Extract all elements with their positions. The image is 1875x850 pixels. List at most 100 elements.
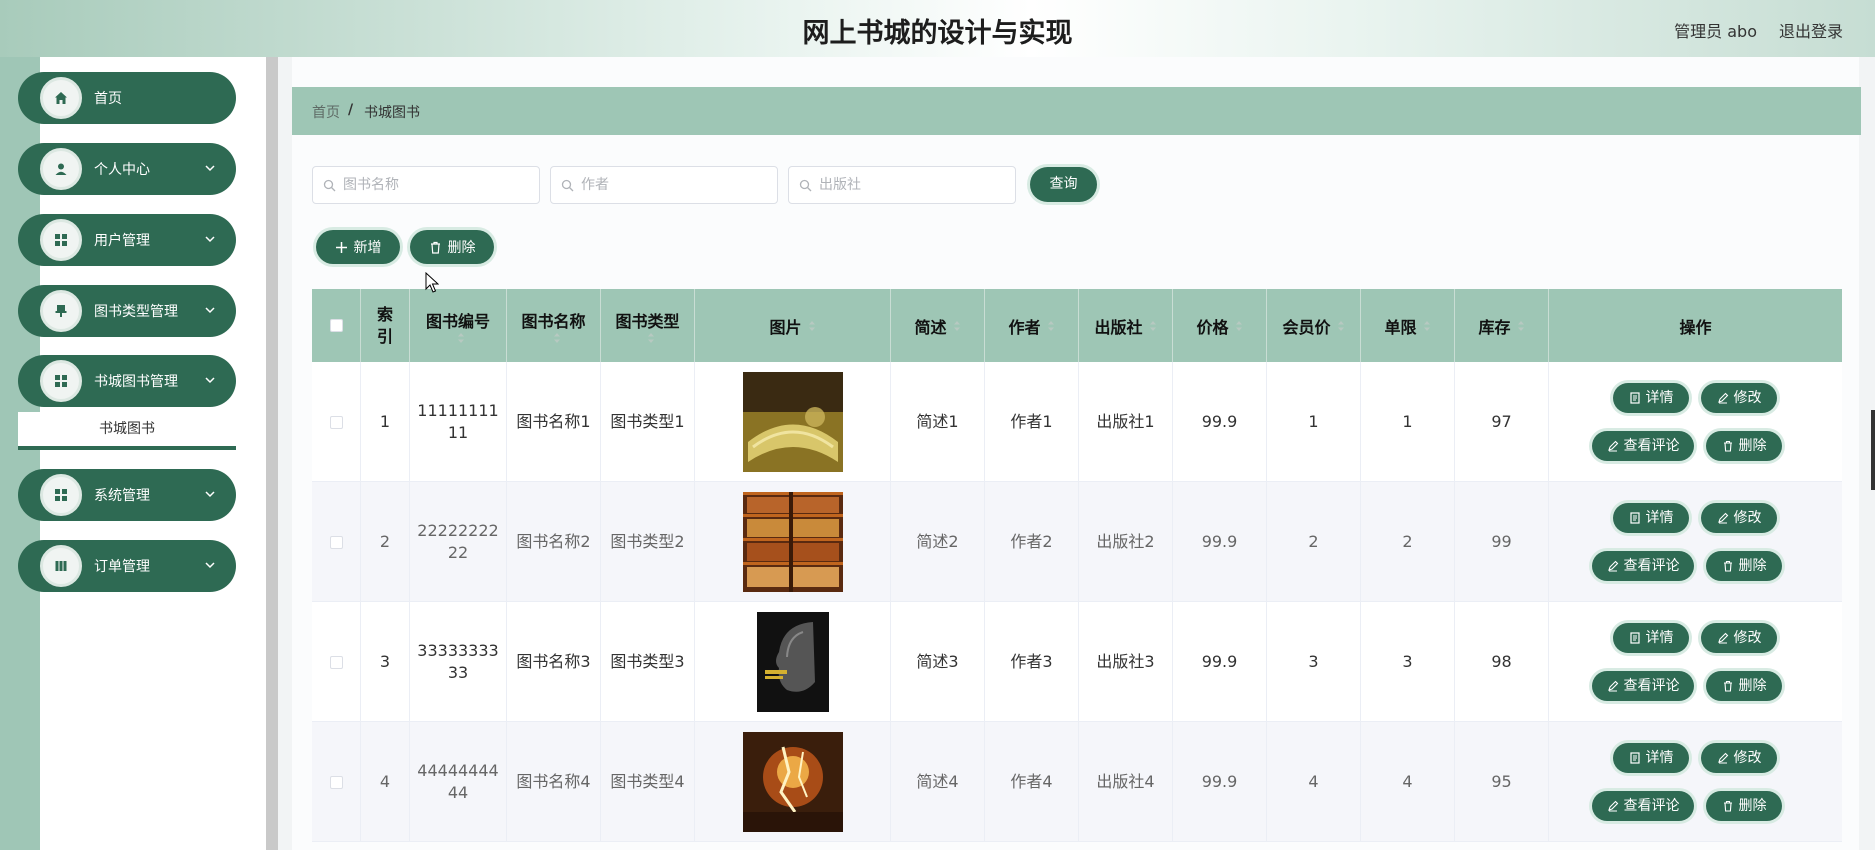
sort-icon[interactable] bbox=[1423, 320, 1431, 332]
delete-row-label: 删除 bbox=[1738, 798, 1767, 814]
row-checkbox[interactable] bbox=[329, 655, 343, 669]
header-limit[interactable]: 单限 bbox=[1361, 289, 1455, 362]
sort-icon[interactable] bbox=[808, 320, 816, 332]
sidebar-item-personal-center[interactable]: 个人中心 bbox=[18, 143, 236, 195]
sidebar-item-home[interactable]: 首页 bbox=[18, 72, 236, 124]
cell-code-line1: 33333333 bbox=[417, 641, 499, 660]
header-image[interactable]: 图片 bbox=[695, 289, 891, 362]
detail-button[interactable]: 详情 bbox=[1613, 503, 1689, 533]
book-cover-image bbox=[742, 732, 843, 832]
row-checkbox[interactable] bbox=[329, 535, 343, 549]
cell-limit: 1 bbox=[1361, 362, 1455, 482]
sort-icon[interactable] bbox=[1337, 320, 1345, 332]
row-select-cell[interactable] bbox=[312, 362, 361, 482]
detail-button[interactable]: 详情 bbox=[1613, 623, 1689, 653]
row-checkbox[interactable] bbox=[329, 415, 343, 429]
cell-member-price: 2 bbox=[1267, 482, 1361, 602]
chevron-down-icon bbox=[205, 165, 215, 172]
header-member-price[interactable]: 会员价 bbox=[1267, 289, 1361, 362]
sidebar-item-book-type-management[interactable]: 图书类型管理 bbox=[18, 285, 236, 337]
sidebar-item-label: 个人中心 bbox=[94, 162, 150, 178]
view-comments-button[interactable]: 查看评论 bbox=[1592, 671, 1694, 701]
sort-icon[interactable] bbox=[553, 332, 561, 344]
view-comments-label: 查看评论 bbox=[1623, 798, 1680, 814]
cell-stock: 97 bbox=[1455, 362, 1549, 482]
row-select-cell[interactable] bbox=[312, 602, 361, 722]
row-select-cell[interactable] bbox=[312, 722, 361, 842]
header-desc[interactable]: 简述 bbox=[891, 289, 985, 362]
logout-link[interactable]: 退出登录 bbox=[1779, 18, 1843, 42]
delete-row-button[interactable]: 删除 bbox=[1706, 431, 1782, 461]
sidebar-item-user-management[interactable]: 用户管理 bbox=[18, 214, 236, 266]
book-name-search-input[interactable]: 图书名称 bbox=[312, 166, 540, 204]
cell-image bbox=[695, 362, 891, 482]
edit-icon bbox=[1607, 680, 1618, 692]
detail-button[interactable]: 详情 bbox=[1613, 383, 1689, 413]
edit-button[interactable]: 修改 bbox=[1701, 743, 1777, 773]
header-code[interactable]: 图书编号 bbox=[410, 289, 507, 362]
delete-button-label: 删除 bbox=[447, 240, 476, 256]
cell-index: 3 bbox=[361, 602, 410, 722]
header-type[interactable]: 图书类型 bbox=[601, 289, 695, 362]
edit-button[interactable]: 修改 bbox=[1701, 503, 1777, 533]
sort-icon[interactable] bbox=[457, 332, 465, 344]
breadcrumb-home[interactable]: 首页 bbox=[312, 102, 340, 122]
header-name[interactable]: 图书名称 bbox=[507, 289, 601, 362]
cell-type: 图书类型2 bbox=[601, 482, 695, 602]
mouse-cursor-icon bbox=[425, 272, 439, 293]
view-comments-button[interactable]: 查看评论 bbox=[1592, 551, 1694, 581]
detail-button[interactable]: 详情 bbox=[1613, 743, 1689, 773]
sort-icon[interactable] bbox=[1047, 320, 1055, 332]
sort-icon[interactable] bbox=[953, 320, 961, 332]
cell-code-line2: 33 bbox=[447, 663, 469, 682]
document-icon bbox=[1629, 512, 1640, 524]
edit-button[interactable]: 修改 bbox=[1701, 623, 1777, 653]
delete-row-button[interactable]: 删除 bbox=[1706, 791, 1782, 821]
header-stock[interactable]: 库存 bbox=[1455, 289, 1549, 362]
cell-member-price: 3 bbox=[1267, 602, 1361, 722]
delete-row-button[interactable]: 删除 bbox=[1706, 551, 1782, 581]
row-select-cell[interactable] bbox=[312, 482, 361, 602]
chevron-down-icon bbox=[205, 236, 215, 243]
edit-button-label: 修改 bbox=[1733, 510, 1762, 526]
edit-button-label: 修改 bbox=[1733, 750, 1762, 766]
publisher-search-input[interactable]: 出版社 bbox=[788, 166, 1016, 204]
detail-button-label: 详情 bbox=[1645, 390, 1674, 406]
header-price[interactable]: 价格 bbox=[1173, 289, 1267, 362]
delete-row-button[interactable]: 删除 bbox=[1706, 671, 1782, 701]
scrollbar-thumb[interactable] bbox=[1871, 410, 1875, 490]
view-comments-button[interactable]: 查看评论 bbox=[1592, 791, 1694, 821]
document-icon bbox=[1629, 752, 1640, 764]
header-ops-label: 操作 bbox=[1679, 317, 1712, 337]
query-button[interactable]: 查询 bbox=[1030, 167, 1097, 202]
header-limit-label: 单限 bbox=[1384, 317, 1417, 337]
row-checkbox[interactable] bbox=[329, 775, 343, 789]
cell-code: 44444444 44 bbox=[410, 722, 507, 842]
header-publisher[interactable]: 出版社 bbox=[1079, 289, 1173, 362]
submenu-item-bookstore-books[interactable]: 书城图书 bbox=[18, 412, 236, 450]
batch-delete-button[interactable]: 删除 bbox=[410, 230, 494, 264]
cell-code: 33333333 33 bbox=[410, 602, 507, 722]
add-button[interactable]: 新增 bbox=[316, 230, 400, 264]
author-search-input[interactable]: 作者 bbox=[550, 166, 778, 204]
view-comments-button[interactable]: 查看评论 bbox=[1592, 431, 1694, 461]
cell-index: 1 bbox=[361, 362, 410, 482]
header-author[interactable]: 作者 bbox=[985, 289, 1079, 362]
sort-icon[interactable] bbox=[1149, 320, 1157, 332]
header-author-label: 作者 bbox=[1008, 317, 1041, 337]
sidebar-item-system-management[interactable]: 系统管理 bbox=[18, 469, 236, 521]
cell-code-line2: 22 bbox=[447, 543, 469, 562]
sidebar-item-bookstore-management[interactable]: 书城图书管理 bbox=[18, 355, 236, 407]
cell-publisher: 出版社1 bbox=[1079, 362, 1173, 482]
header-select-all[interactable] bbox=[312, 289, 361, 362]
sidebar-item-order-management[interactable]: 订单管理 bbox=[18, 540, 236, 592]
sidebar-item-label: 首页 bbox=[94, 91, 122, 107]
sort-icon[interactable] bbox=[1235, 320, 1243, 332]
sort-icon[interactable] bbox=[647, 332, 655, 344]
trash-icon bbox=[1723, 680, 1732, 692]
document-icon bbox=[1629, 392, 1640, 404]
edit-button[interactable]: 修改 bbox=[1701, 383, 1777, 413]
sort-icon[interactable] bbox=[1517, 320, 1525, 332]
select-all-checkbox[interactable] bbox=[329, 319, 343, 332]
trash-icon bbox=[430, 241, 440, 254]
